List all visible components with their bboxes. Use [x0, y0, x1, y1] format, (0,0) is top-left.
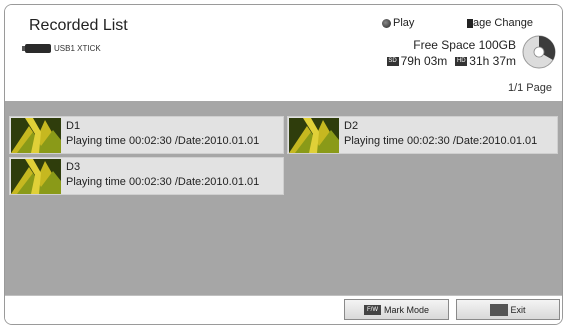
usb-device: USB1 XTICK [22, 44, 101, 53]
header: Recorded List USB1 XTICK Play age Change… [5, 5, 562, 101]
page-change-label: age Change [473, 17, 533, 29]
footer: F/W Mark Mode Exit [5, 295, 562, 324]
page-title: Recorded List [29, 17, 128, 34]
recording-thumbnail [289, 118, 339, 153]
page-change-hint: age Change [467, 17, 533, 29]
sd-time: 79h 03m [400, 54, 448, 68]
recording-name: D1 [66, 120, 81, 132]
remaining-times: SD 79h 03m HD 31h 37m [386, 54, 516, 68]
list-item[interactable]: D2 Playing time 00:02:30 /Date:2010.01.0… [287, 116, 558, 154]
hd-icon: HD [455, 56, 468, 66]
mark-mode-label: Mark Mode [383, 304, 429, 315]
recording-info: Playing time 00:02:30 /Date:2010.01.01 [66, 176, 260, 188]
page-indicator: 1/1 Page [507, 82, 552, 94]
mark-mode-button[interactable]: F/W Mark Mode [344, 299, 449, 320]
recording-thumbnail [11, 159, 61, 194]
exit-button[interactable]: Exit [456, 299, 560, 320]
exit-key-icon [490, 303, 509, 316]
hd-time: 31h 37m [469, 54, 516, 68]
ok-button-icon [382, 18, 391, 28]
sd-icon: SD [386, 56, 399, 66]
recording-thumbnail [11, 118, 61, 153]
fw-key-icon: F/W [363, 304, 381, 315]
exit-label: Exit [510, 304, 526, 315]
disc-usage-icon [522, 35, 556, 69]
list-item[interactable]: D1 Playing time 00:02:30 /Date:2010.01.0… [9, 116, 284, 154]
recording-info: Playing time 00:02:30 /Date:2010.01.01 [66, 135, 260, 147]
recording-name: D3 [66, 161, 81, 173]
play-hint-label: Play [393, 17, 415, 29]
free-space: Free Space 100GB [413, 38, 516, 52]
recording-name: D2 [344, 120, 359, 132]
recorded-list-window: Recorded List USB1 XTICK Play age Change… [4, 4, 563, 325]
list-item[interactable]: D3 Playing time 00:02:30 /Date:2010.01.0… [9, 157, 284, 195]
play-hint: Play [382, 17, 414, 29]
recording-list: D1 Playing time 00:02:30 /Date:2010.01.0… [5, 101, 562, 295]
device-label: USB1 XTICK [54, 44, 101, 53]
usb-icon [22, 44, 51, 53]
recording-info: Playing time 00:02:30 /Date:2010.01.01 [344, 135, 538, 147]
